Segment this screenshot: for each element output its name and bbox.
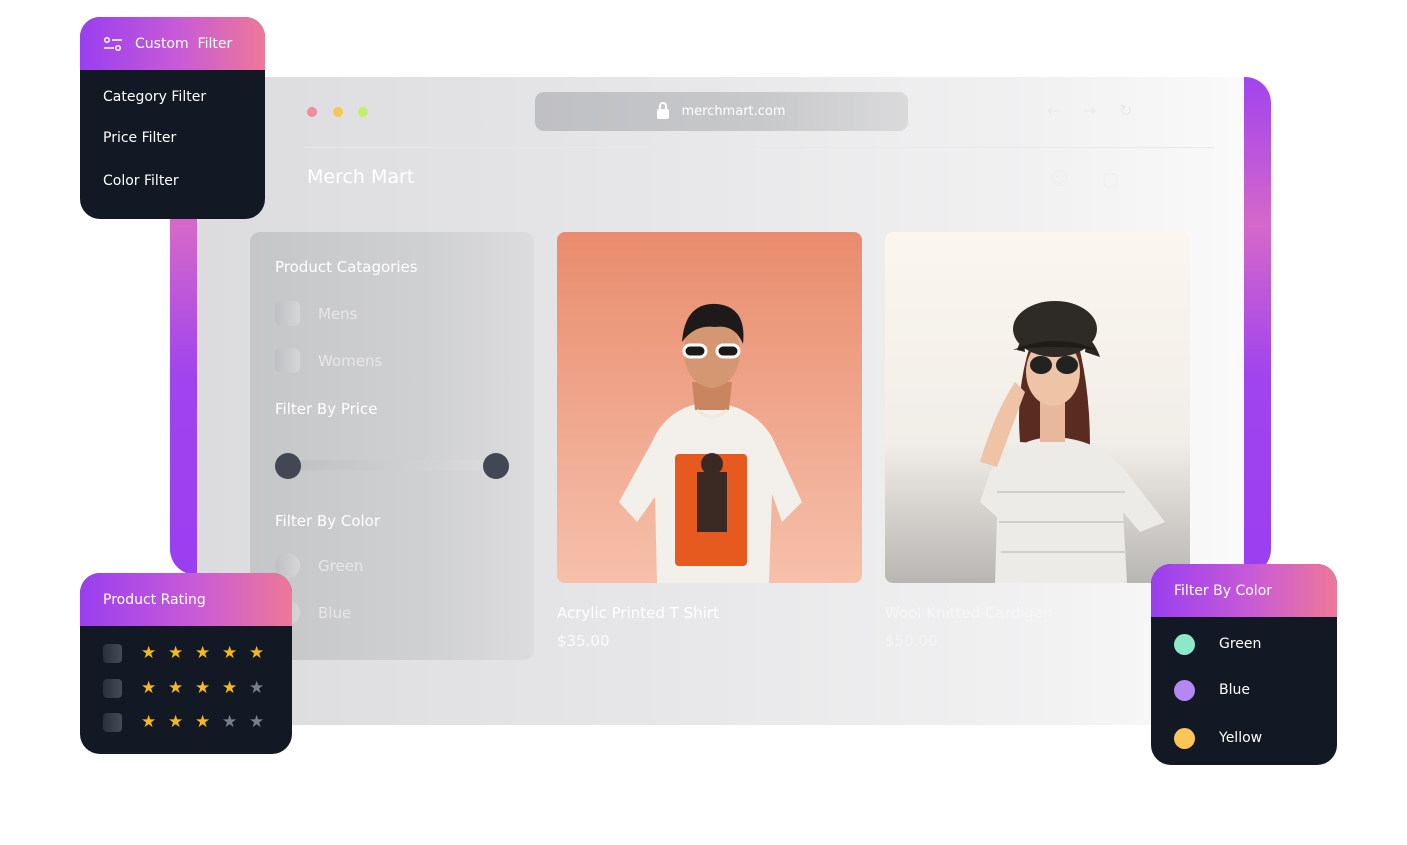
custom-filter-header: Custom Filter xyxy=(80,17,265,70)
star-filled-icon: ★ xyxy=(168,643,184,663)
star-filled-icon: ★ xyxy=(168,712,184,732)
forward-arrow-icon[interactable]: → xyxy=(1083,101,1096,120)
blue-option-label[interactable]: Blue xyxy=(1219,682,1250,698)
filter-by-color-header: Filter By Color xyxy=(1151,564,1337,617)
price-filter-item[interactable]: Price Filter xyxy=(103,130,176,146)
womens-label: Womens xyxy=(318,352,383,370)
star-filled-icon: ★ xyxy=(195,712,211,732)
product-rating-header: Product Rating xyxy=(80,573,292,626)
custom-filter-title: Custom Filter xyxy=(135,35,233,52)
mens-label: Mens xyxy=(318,305,358,323)
window-maximize-dot[interactable] xyxy=(358,107,368,117)
star-filled-icon: ★ xyxy=(249,643,265,663)
rating-checkbox[interactable] xyxy=(103,679,122,698)
yellow-option-label[interactable]: Yellow xyxy=(1219,730,1262,746)
yellow-swatch[interactable] xyxy=(1174,728,1195,749)
back-arrow-icon[interactable]: ← xyxy=(1047,101,1060,120)
filter-sliders-icon xyxy=(103,36,122,51)
star-filled-icon: ★ xyxy=(141,712,157,732)
filter-by-color-title: Filter By Color xyxy=(1174,582,1273,599)
price-slider-min-thumb[interactable] xyxy=(275,453,301,479)
product-price-tshirt: $35.00 xyxy=(557,632,610,650)
filter-sidebar: Product Catagories Mens Womens Filter By… xyxy=(250,232,534,660)
star-filled-icon: ★ xyxy=(222,643,238,663)
color-filter-item[interactable]: Color Filter xyxy=(103,173,179,189)
custom-filter-card: Custom Filter Category Filter Price Filt… xyxy=(80,17,265,219)
account-icon[interactable]: ☺ xyxy=(1050,169,1069,190)
browser-window: merchmart.com ← → ↻ Merch Mart ☺ ▢ Produ… xyxy=(197,77,1244,725)
filter-by-color-card: Filter By Color Green Blue Yellow xyxy=(1151,564,1337,765)
star-empty-icon: ★ xyxy=(249,712,265,732)
price-slider-max-thumb[interactable] xyxy=(483,453,509,479)
blue-swatch[interactable] xyxy=(1174,680,1195,701)
reload-icon[interactable]: ↻ xyxy=(1119,101,1132,120)
womens-checkbox[interactable] xyxy=(275,348,300,373)
product-price-cardigan: $50.00 xyxy=(885,632,938,650)
address-bar[interactable]: merchmart.com xyxy=(535,92,908,131)
lock-icon xyxy=(657,102,670,119)
header-divider xyxy=(304,147,1214,148)
star-filled-icon: ★ xyxy=(195,643,211,663)
mens-checkbox[interactable] xyxy=(275,301,300,326)
product-image-cardigan[interactable] xyxy=(885,232,1190,583)
star-empty-icon: ★ xyxy=(249,678,265,698)
window-close-dot[interactable] xyxy=(307,107,317,117)
star-filled-icon: ★ xyxy=(168,678,184,698)
rating-checkbox[interactable] xyxy=(103,644,122,663)
star-filled-icon: ★ xyxy=(141,643,157,663)
product-title-cardigan[interactable]: Wool Knitted Cardigan xyxy=(885,604,1053,622)
price-slider-track[interactable] xyxy=(288,460,486,470)
product-image-tshirt[interactable] xyxy=(557,232,862,583)
store-brand[interactable]: Merch Mart xyxy=(307,166,414,188)
product-rating-card: Product Rating ★ ★ ★ ★ ★ ★ ★ ★ ★ ★ ★ ★ ★ ★ ★ xyxy=(80,573,292,754)
blue-label: Blue xyxy=(318,604,352,622)
green-label: Green xyxy=(318,557,364,575)
url-text: merchmart.com xyxy=(681,104,786,119)
star-empty-icon: ★ xyxy=(222,712,238,732)
star-filled-icon: ★ xyxy=(222,678,238,698)
window-minimize-dot[interactable] xyxy=(333,107,343,117)
color-heading: Filter By Color xyxy=(275,512,381,530)
rating-checkbox[interactable] xyxy=(103,713,122,732)
star-filled-icon: ★ xyxy=(141,678,157,698)
product-rating-title: Product Rating xyxy=(103,591,206,608)
green-option-label[interactable]: Green xyxy=(1219,636,1261,652)
product-title-tshirt[interactable]: Acrylic Printed T Shirt xyxy=(557,604,719,622)
star-filled-icon: ★ xyxy=(195,678,211,698)
green-swatch[interactable] xyxy=(1174,634,1195,655)
cart-icon[interactable]: ▢ xyxy=(1102,169,1119,190)
category-filter-item[interactable]: Category Filter xyxy=(103,89,206,105)
price-heading: Filter By Price xyxy=(275,400,378,418)
categories-heading: Product Catagories xyxy=(275,258,418,276)
